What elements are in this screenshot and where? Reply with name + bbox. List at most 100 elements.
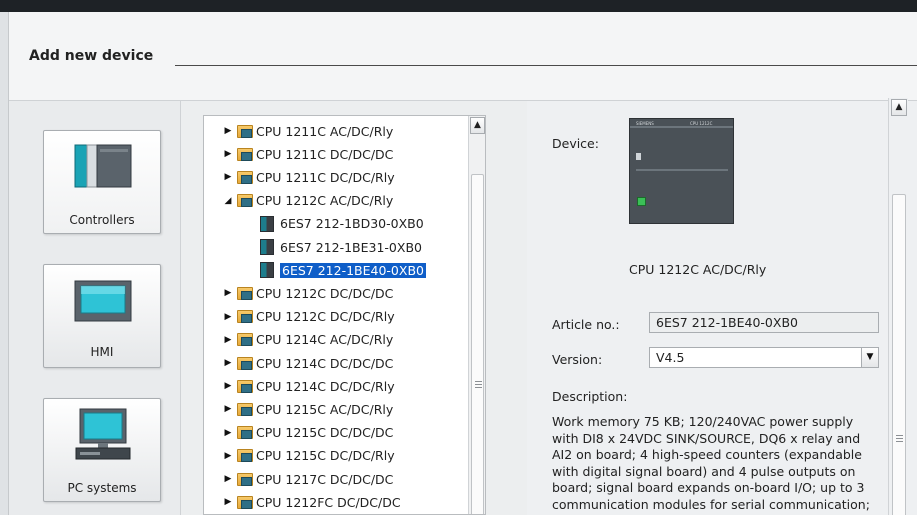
tree-item-label: CPU 1211C DC/DC/DC — [256, 146, 394, 162]
expand-arrow-icon[interactable]: ▶ — [222, 126, 234, 136]
pc-system-icon — [75, 408, 131, 460]
expand-arrow-icon[interactable]: ▶ — [222, 288, 234, 298]
device-name: CPU 1212C AC/DC/Rly — [629, 262, 767, 277]
folder-icon — [237, 147, 253, 161]
tree-device-item-selected[interactable]: 6ES7 212-1BE40-0XB0 — [260, 259, 427, 281]
expand-arrow-icon[interactable]: ▶ — [222, 335, 234, 345]
cpu-module-icon — [260, 239, 274, 255]
device-brand-text: SIEMENS — [636, 121, 654, 126]
expand-arrow-icon[interactable]: ▶ — [222, 358, 234, 368]
tree-item-label: CPU 1215C DC/DC/DC — [256, 425, 394, 441]
tree-folder-item[interactable]: ▶ CPU 1212C DC/DC/DC — [222, 282, 394, 304]
expand-arrow-icon[interactable]: ▶ — [222, 312, 234, 322]
folder-icon — [237, 310, 253, 324]
tree-device-item[interactable]: 6ES7 212-1BD30-0XB0 — [260, 213, 424, 235]
tree-item-label: CPU 1214C DC/DC/Rly — [256, 378, 395, 394]
description-text: Work memory 75 KB; 120/240VAC power supp… — [552, 414, 870, 515]
tree-item-label: CPU 1214C AC/DC/Rly — [256, 332, 394, 348]
category-hmi-label: HMI — [90, 345, 114, 359]
device-model-text: CPU 1212C — [690, 121, 713, 126]
tree-folder-item[interactable]: ▶ CPU 1211C DC/DC/Rly — [222, 166, 395, 188]
folder-icon — [237, 356, 253, 370]
description-label: Description: — [552, 389, 628, 404]
folder-icon — [237, 402, 253, 416]
folder-icon — [237, 286, 253, 300]
tree-item-label: CPU 1212C AC/DC/Rly — [256, 193, 394, 209]
device-category-column: Controllers HMI PC systems — [9, 101, 181, 515]
details-scroll-up-icon[interactable]: ▲ — [891, 99, 907, 116]
folder-icon — [237, 379, 253, 393]
tree-item-label: 6ES7 212-1BE40-0XB0 — [279, 261, 427, 279]
tree-item-label: CPU 1212C DC/DC/Rly — [256, 309, 395, 325]
tree-item-label: CPU 1217C DC/DC/DC — [256, 471, 394, 487]
tree-item-label: 6ES7 212-1BD30-0XB0 — [280, 216, 424, 232]
add-new-device-dialog: Add new device Controllers HMI PC system… — [9, 12, 917, 515]
expand-arrow-icon[interactable]: ▶ — [222, 381, 234, 391]
category-controllers-button[interactable]: Controllers — [43, 130, 161, 234]
cpu-module-icon — [260, 215, 274, 232]
folder-icon — [237, 472, 253, 486]
controller-icon — [74, 144, 132, 188]
tree-folder-item[interactable]: ▶ CPU 1214C AC/DC/Rly — [222, 329, 394, 351]
hmi-panel-icon — [74, 280, 132, 322]
folder-icon — [237, 170, 253, 184]
folder-icon — [237, 124, 253, 138]
folder-icon — [237, 333, 253, 347]
folder-icon — [237, 426, 253, 440]
collapse-arrow-icon[interactable]: ◢ — [222, 196, 234, 206]
device-image: SIEMENS CPU 1212C — [629, 118, 734, 224]
device-tree: ▶ CPU 1211C AC/DC/Rly ▶ CPU 1211C DC/DC/DC ▶… — [203, 115, 486, 515]
tree-folder-item[interactable]: ▶ CPU 1215C DC/DC/DC — [222, 422, 394, 444]
category-pc-systems-button[interactable]: PC systems — [43, 398, 161, 502]
title-divider — [175, 65, 917, 66]
tree-device-item[interactable]: 6ES7 212-1BE31-0XB0 — [260, 236, 422, 258]
expand-arrow-icon[interactable]: ▶ — [222, 404, 234, 414]
device-label: Device: — [552, 136, 599, 151]
tree-item-label: CPU 1211C DC/DC/Rly — [256, 169, 395, 185]
tree-item-label: 6ES7 212-1BE31-0XB0 — [280, 239, 422, 255]
expand-arrow-icon[interactable]: ▶ — [222, 474, 234, 484]
tree-folder-item[interactable]: ▶ CPU 1211C DC/DC/DC — [222, 143, 394, 165]
tree-folder-item[interactable]: ◢ CPU 1212C AC/DC/Rly — [222, 190, 394, 212]
tree-item-label: CPU 1215C DC/DC/Rly — [256, 448, 395, 464]
expand-arrow-icon[interactable]: ▶ — [222, 451, 234, 461]
tree-scroll-thumb[interactable] — [471, 174, 484, 514]
tree-scroll-up-icon[interactable]: ▲ — [470, 117, 485, 134]
device-details-panel: Device: SIEMENS CPU 1212C CPU 1212C AC/D… — [527, 101, 917, 515]
version-label: Version: — [552, 352, 603, 367]
category-controllers-label: Controllers — [69, 213, 135, 227]
tree-folder-item[interactable]: ▶ CPU 1214C DC/DC/Rly — [222, 375, 395, 397]
tree-folder-item[interactable]: ▶ CPU 1214C DC/DC/DC — [222, 352, 394, 374]
folder-icon — [237, 449, 253, 463]
version-dropdown-icon[interactable]: ▼ — [861, 348, 878, 367]
tree-item-label: CPU 1212FC DC/DC/DC — [256, 494, 401, 510]
app-title-bar — [0, 0, 917, 12]
folder-icon — [237, 495, 253, 509]
category-pc-systems-label: PC systems — [67, 481, 137, 495]
expand-arrow-icon[interactable]: ▶ — [222, 172, 234, 182]
article-number-field: 6ES7 212-1BE40-0XB0 — [649, 312, 879, 333]
tree-folder-item[interactable]: ▶ CPU 1215C DC/DC/Rly — [222, 445, 395, 467]
tree-folder-item[interactable]: ▶ CPU 1215C AC/DC/Rly — [222, 398, 394, 420]
dialog-title: Add new device — [29, 48, 154, 64]
left-edge-panel — [0, 12, 9, 515]
expand-arrow-icon[interactable]: ▶ — [222, 497, 234, 507]
details-scrollbar[interactable]: ▲ — [888, 98, 908, 515]
cpu-module-icon — [260, 262, 274, 279]
tree-item-label: CPU 1215C AC/DC/Rly — [256, 401, 394, 417]
device-tree-area: ▶ CPU 1211C AC/DC/Rly ▶ CPU 1211C DC/DC/DC ▶… — [181, 101, 527, 515]
details-scroll-thumb[interactable] — [892, 194, 906, 515]
article-number-label: Article no.: — [552, 317, 620, 332]
folder-icon — [237, 194, 253, 208]
tree-item-label: CPU 1214C DC/DC/DC — [256, 355, 394, 371]
tree-folder-item[interactable]: ▶ CPU 1211C AC/DC/Rly — [222, 120, 394, 142]
category-hmi-button[interactable]: HMI — [43, 264, 161, 368]
tree-folder-item[interactable]: ▶ CPU 1217C DC/DC/DC — [222, 468, 394, 490]
tree-scrollbar[interactable]: ▲ — [468, 116, 485, 514]
expand-arrow-icon[interactable]: ▶ — [222, 149, 234, 159]
tree-folder-item[interactable]: ▶ CPU 1212FC DC/DC/DC — [222, 491, 401, 513]
version-select[interactable]: V4.5 ▼ — [649, 347, 879, 368]
tree-folder-item[interactable]: ▶ CPU 1212C DC/DC/Rly — [222, 306, 395, 328]
expand-arrow-icon[interactable]: ▶ — [222, 428, 234, 438]
tree-item-label: CPU 1211C AC/DC/Rly — [256, 123, 394, 139]
